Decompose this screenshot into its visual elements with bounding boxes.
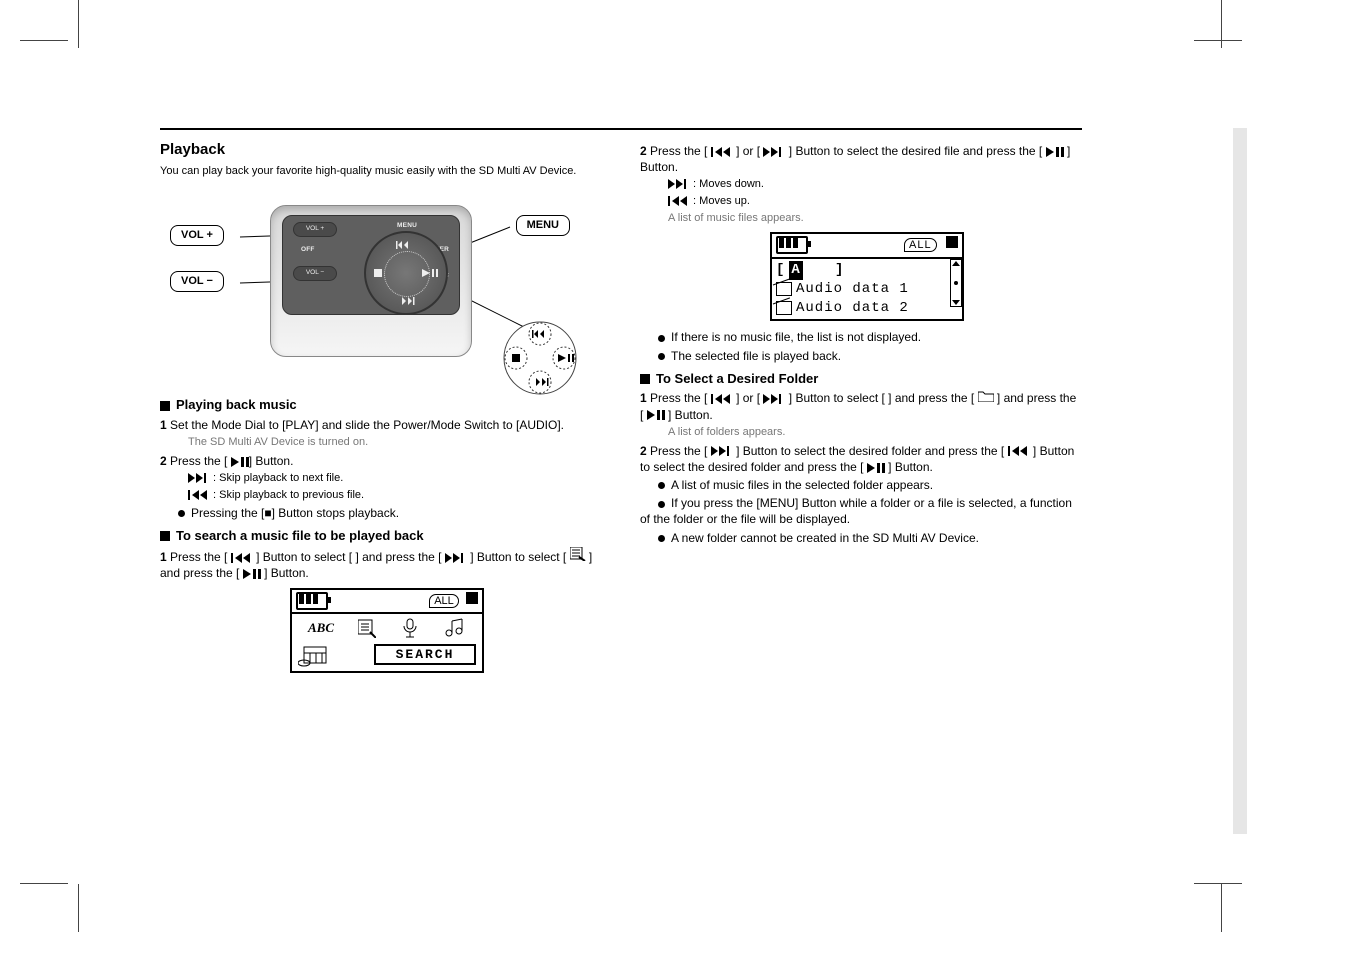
skip-prev-icon [188,490,210,500]
step-2: 2 Press the [ ] Button. [160,453,610,469]
search-label-box: SEARCH [374,644,476,666]
abc-icon: ABC [308,619,334,637]
play-pause-icon [243,569,261,579]
search-step-2: 2 Press the [ ] or [ ] Button to select … [640,143,1080,175]
stop-bullet: Pressing the [■] Button stops playback. [191,506,399,520]
sidebar-tab [1233,128,1247,834]
file-row: Audio data 2 [796,299,909,318]
search-list-icon [570,547,586,561]
folder-name: A [789,261,802,280]
audio-file-icon [776,301,792,315]
dial-legend [500,318,580,398]
battery-icon [296,592,328,610]
folder-bullet-1: A list of music files in the selected fo… [671,478,933,492]
stop-icon [466,592,478,604]
music-note-icon [444,618,466,638]
device-vol-dn: VOL − [293,266,337,281]
search-step2-note: A list of music files appears. [668,211,1080,226]
folder-step-1: 1 Press the [ ] or [ ] Button to select … [640,390,1080,422]
device-off: OFF [301,246,315,255]
play-pause-icon [647,410,665,420]
play-pause-icon [231,457,249,467]
skip-next-icon [188,473,210,483]
skip-prev-icon [231,553,253,563]
audio-file-icon [776,282,792,296]
mic-icon [400,618,420,638]
skip-prev-icon [711,394,733,404]
intro-text: You can play back your favorite high-qua… [160,164,610,179]
folder-step1-note: A list of folders appears. [668,425,1080,440]
skip-next-icon [763,147,785,157]
step-1-note: The SD Multi AV Device is turned on. [188,435,610,450]
search-bullet-1: If there is no music file, the list is n… [671,330,921,344]
calendar-icon [298,643,332,667]
page-title: Playback [160,140,610,160]
stop-icon [946,236,958,248]
subheading-folder: To Select a Desired Folder [640,370,1080,388]
repeat-all-badge: ALL [429,594,459,608]
battery-icon [776,236,808,254]
skip-prev-icon [711,147,733,157]
search-bullet-2: The selected file is played back. [671,349,841,363]
lcd-search: ALL ABC SEARCH [290,588,484,674]
skip-next-icon [445,553,467,563]
skip-next-icon [763,394,785,404]
folder-bullet-3: A new folder cannot be created in the SD… [671,531,979,545]
scrollbar [950,259,962,307]
top-rule [160,128,1082,130]
folder-icon [978,390,994,402]
folder-bullet-2: If you press the [MENU] Button while a f… [640,496,1072,526]
subheading-playback: Playing back music [160,396,610,414]
jog-dial [364,231,448,315]
lcd-main: ALL [A ] Audio data 1 Audio data 2 [770,232,964,322]
folder-step-2: 2 Press the [ ] Button to select the des… [640,443,1080,475]
skip-prev-icon [668,196,690,206]
step-1: Set the Mode Dial to [PLAY] and slide th… [170,418,564,432]
file-row: Audio data 1 [796,280,909,299]
list-icon [358,618,376,638]
device-illustration: VOL + VOL − MENU VOL + VOL − OFF ENTER ●… [160,185,590,390]
skip-prev-icon [1008,446,1030,456]
skip-next-icon [711,446,733,456]
play-pause-icon [867,463,885,473]
play-pause-icon [1046,147,1064,157]
repeat-all-badge: ALL [904,238,937,252]
search-step-1: 1 Press the [ ] Button to select [ ] and… [160,547,610,581]
skip-next-icon [668,179,690,189]
device-vol-up: VOL + [293,222,337,237]
subheading-search: To search a music file to be played back [160,527,610,545]
